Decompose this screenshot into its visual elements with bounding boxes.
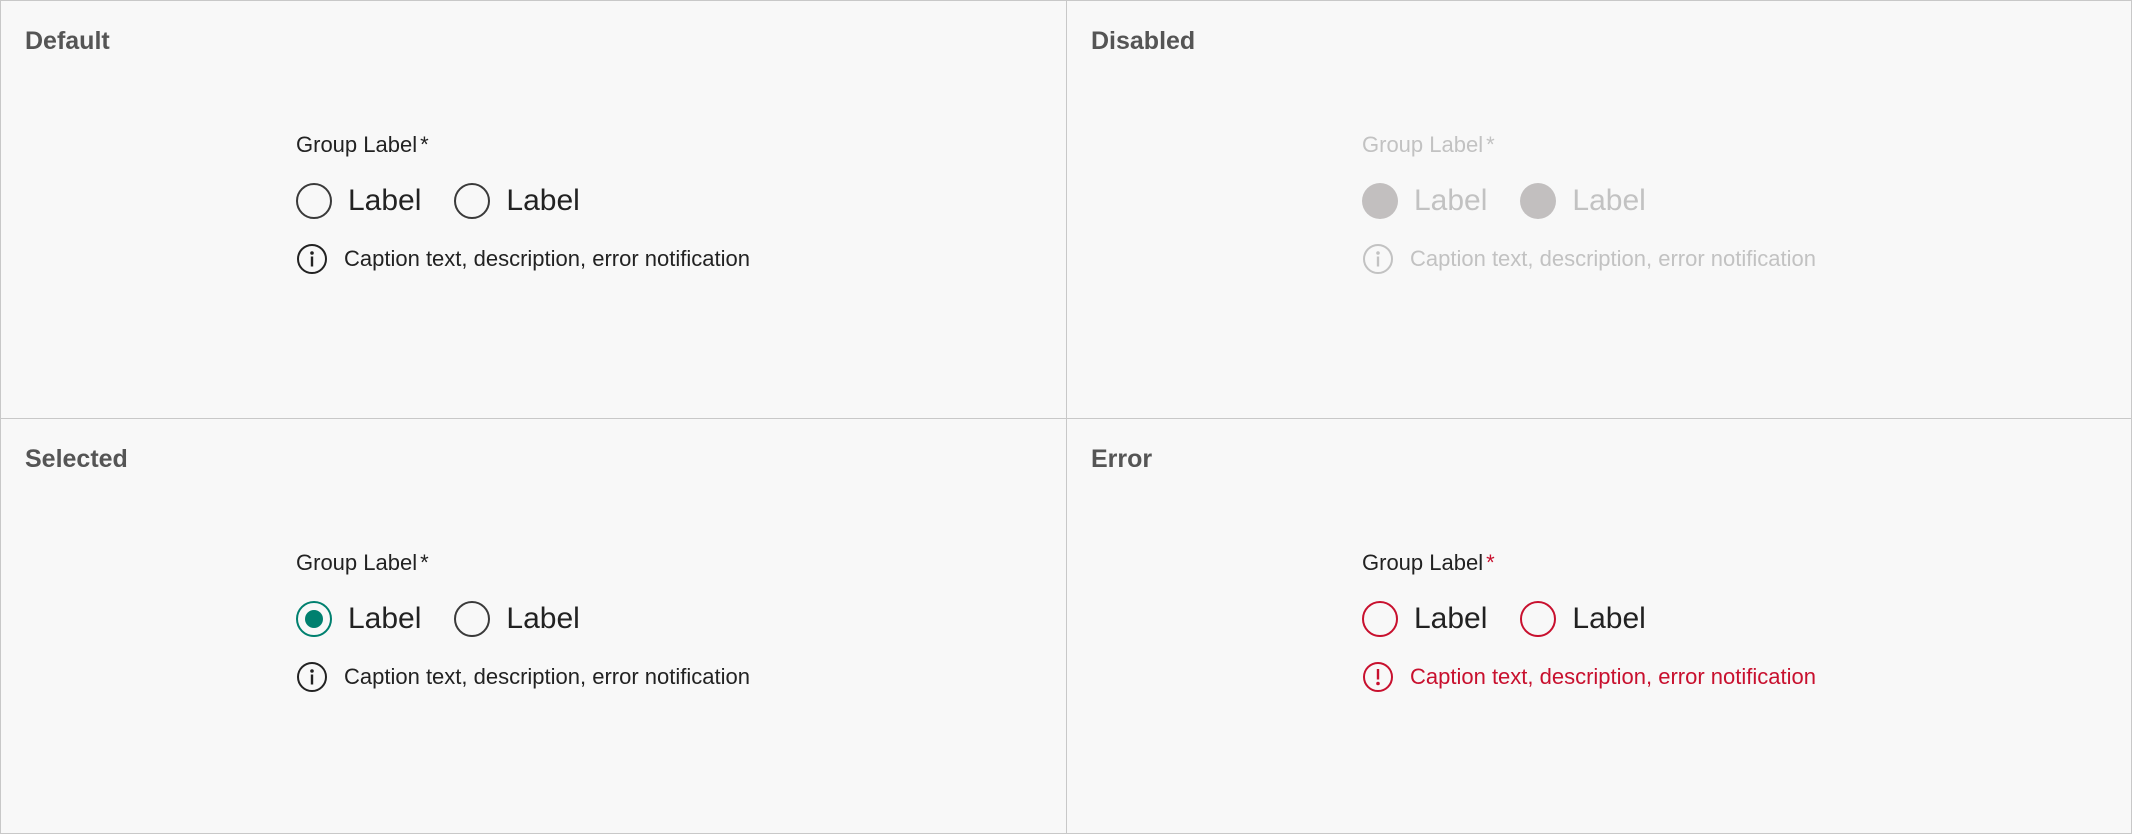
radio-label[interactable]: Label (506, 599, 579, 639)
radio-label[interactable]: Label (1572, 599, 1645, 639)
radio-group: Group Label * Label Label Caption text, d… (1362, 129, 1816, 275)
group-label: Group Label * (1362, 129, 1816, 161)
panel-title: Error (1091, 445, 1153, 473)
radio-option-1[interactable]: Label (296, 599, 421, 639)
radio-option-1[interactable]: Label (296, 181, 421, 221)
group-label: Group Label * (296, 129, 750, 161)
group-label: Group Label * (1362, 547, 1816, 579)
radio-button (1520, 183, 1557, 219)
radio-button (1362, 183, 1398, 219)
radio-button[interactable] (454, 183, 491, 219)
radio-options: Label Label (1362, 181, 1816, 221)
caption-text: Caption text, description, error notific… (1410, 246, 1816, 271)
panel-title: Disabled (1091, 27, 1196, 55)
info-icon (296, 661, 328, 693)
radio-label: Label (1414, 184, 1488, 217)
group-label-text: Group Label (296, 132, 418, 157)
radio-label[interactable]: Label (348, 599, 421, 639)
radio-button[interactable] (296, 183, 332, 219)
caption: Caption text, description, error notific… (1362, 243, 1816, 275)
required-mark: * (420, 132, 429, 157)
radio-dot (305, 610, 323, 628)
caption: Caption text, description, error notific… (296, 243, 750, 275)
panel-error: Error Group Label * Label Label Caption t… (1066, 418, 2131, 833)
group-label-text: Group Label (1362, 132, 1484, 157)
radio-states-grid: Default Group Label * Label Label Caption… (0, 0, 2132, 834)
error-icon (1362, 661, 1394, 693)
radio-option-1: Label (1362, 181, 1487, 221)
radio-group: Group Label * Label Label Caption text, d… (296, 129, 750, 275)
radio-options: Label Label (296, 599, 750, 639)
required-mark: * (1486, 132, 1495, 157)
radio-label[interactable]: Label (506, 181, 579, 221)
radio-button-checked[interactable] (296, 601, 332, 637)
required-mark: * (420, 550, 429, 575)
info-icon (296, 243, 328, 275)
radio-option-1[interactable]: Label (1362, 599, 1487, 639)
caption-text: Caption text, description, error notific… (344, 664, 750, 689)
radio-group: Group Label * Label Label Caption text, d… (296, 547, 750, 693)
group-label: Group Label * (296, 547, 750, 579)
radio-label[interactable]: Label (348, 181, 421, 221)
radio-option-2: Label (1520, 181, 1646, 221)
radio-options: Label Label (296, 181, 750, 221)
panel-default: Default Group Label * Label Label Caption… (1, 1, 1066, 418)
radio-option-2[interactable]: Label (1520, 599, 1646, 639)
caption: Caption text, description, error notific… (1362, 661, 1816, 693)
radio-option-2[interactable]: Label (454, 181, 580, 221)
radio-group: Group Label * Label Label Caption text, d… (1362, 547, 1816, 693)
radio-button[interactable] (1520, 601, 1557, 637)
radio-button[interactable] (1362, 601, 1398, 637)
radio-options: Label Label (1362, 599, 1816, 639)
caption-text: Caption text, description, error notific… (1410, 664, 1816, 689)
panel-title: Default (25, 27, 110, 55)
panel-selected: Selected Group Label * Label Label Captio… (1, 418, 1066, 833)
radio-button[interactable] (454, 601, 491, 637)
radio-option-2[interactable]: Label (454, 599, 580, 639)
group-label-text: Group Label (296, 550, 418, 575)
radio-label: Label (1572, 184, 1646, 217)
required-mark: * (1486, 550, 1495, 575)
group-label-text: Group Label (1362, 550, 1484, 575)
panel-disabled: Disabled Group Label * Label Label Captio… (1066, 1, 2131, 418)
info-icon (1362, 243, 1394, 275)
caption-text: Caption text, description, error notific… (344, 246, 750, 271)
radio-label[interactable]: Label (1414, 599, 1487, 639)
caption: Caption text, description, error notific… (296, 661, 750, 693)
panel-title: Selected (25, 445, 128, 473)
